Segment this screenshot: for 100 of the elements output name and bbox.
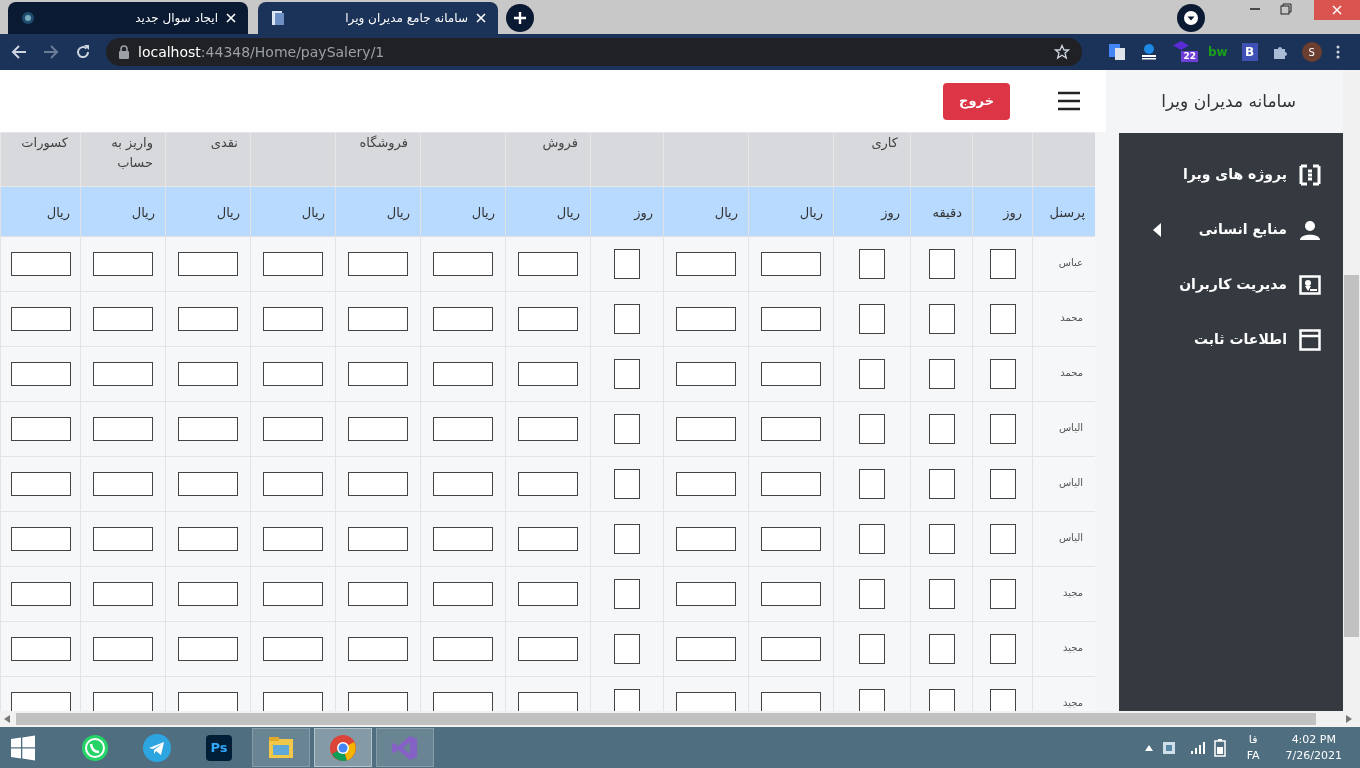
input-field[interactable] [928, 634, 955, 664]
input-field[interactable] [676, 637, 736, 661]
scale-icon[interactable] [1140, 43, 1158, 61]
input-field[interactable] [859, 304, 885, 334]
input-field[interactable] [263, 582, 323, 606]
taskbar-button[interactable]: Ps [190, 728, 248, 767]
input-field[interactable] [928, 524, 955, 554]
translate-icon[interactable] [1108, 43, 1126, 61]
windows-icon[interactable] [10, 734, 36, 761]
input-field[interactable] [761, 307, 821, 331]
input-field[interactable] [93, 252, 153, 276]
input-field[interactable] [93, 692, 153, 711]
input-field[interactable] [676, 307, 736, 331]
input-field[interactable] [859, 359, 885, 389]
input-field[interactable] [859, 524, 885, 554]
input-field[interactable] [348, 252, 408, 276]
input-field[interactable] [928, 579, 955, 609]
vertical-scrollbar[interactable] [1343, 70, 1360, 711]
input-field[interactable] [178, 582, 238, 606]
input-field[interactable] [761, 527, 821, 551]
input-field[interactable] [989, 689, 1016, 711]
input-field[interactable] [859, 634, 885, 664]
input-field[interactable] [263, 637, 323, 661]
input-field[interactable] [433, 582, 493, 606]
dropdown-icon[interactable] [1177, 4, 1205, 32]
input-field[interactable] [518, 417, 578, 441]
input-field[interactable] [859, 579, 885, 609]
more-icon[interactable] [1335, 45, 1340, 59]
input-field[interactable] [676, 417, 736, 441]
menu-icon[interactable] [1058, 91, 1080, 111]
input-field[interactable] [263, 472, 323, 496]
input-field[interactable] [348, 527, 408, 551]
signal-icon[interactable] [1190, 741, 1207, 754]
input-field[interactable] [989, 414, 1016, 444]
input-field[interactable] [676, 582, 736, 606]
profile-avatar[interactable]: S [1301, 42, 1322, 62]
extension-logo[interactable]: bw [1208, 43, 1228, 61]
input-field[interactable] [93, 417, 153, 441]
logout-button[interactable]: خروج [943, 82, 1010, 120]
input-field[interactable] [263, 307, 323, 331]
input-field[interactable] [178, 362, 238, 386]
input-field[interactable] [10, 417, 71, 441]
battery-icon[interactable] [1212, 738, 1227, 757]
input-field[interactable] [989, 304, 1016, 334]
input-field[interactable] [761, 692, 821, 711]
input-field[interactable] [676, 472, 736, 496]
input-field[interactable] [433, 252, 493, 276]
input-field[interactable] [178, 527, 238, 551]
input-field[interactable] [859, 469, 885, 499]
extension-logo[interactable]: B [1241, 43, 1258, 61]
input-field[interactable] [518, 307, 578, 331]
forward-icon[interactable] [42, 43, 60, 61]
input-field[interactable] [614, 469, 640, 499]
input-field[interactable] [761, 252, 821, 276]
input-field[interactable] [989, 634, 1016, 664]
sidebar-item[interactable]: اطلاعات ثابت [1119, 323, 1343, 356]
input-field[interactable] [859, 689, 885, 711]
input-field[interactable] [859, 414, 885, 444]
scroll-left-icon[interactable] [4, 715, 10, 723]
input-field[interactable] [518, 472, 578, 496]
input-field[interactable] [93, 637, 153, 661]
input-field[interactable] [93, 362, 153, 386]
input-field[interactable] [614, 579, 640, 609]
taskbar-button[interactable] [314, 728, 372, 767]
input-field[interactable] [761, 472, 821, 496]
input-field[interactable] [93, 527, 153, 551]
input-field[interactable] [518, 527, 578, 551]
input-field[interactable] [348, 417, 408, 441]
input-field[interactable] [178, 692, 238, 711]
browser-tab[interactable]: سامانه جامع مدیران ویرا [258, 2, 498, 34]
input-field[interactable] [10, 692, 71, 711]
input-field[interactable] [614, 524, 640, 554]
close-icon[interactable] [226, 13, 236, 23]
input-field[interactable] [989, 469, 1016, 499]
input-field[interactable] [614, 689, 640, 711]
input-field[interactable] [614, 359, 640, 389]
input-field[interactable] [761, 637, 821, 661]
input-field[interactable] [518, 582, 578, 606]
scroll-right-icon[interactable] [1346, 715, 1352, 723]
sidebar-item[interactable]: پروژه های ویرا [1119, 158, 1343, 191]
input-field[interactable] [263, 692, 323, 711]
input-field[interactable] [10, 637, 71, 661]
horizontal-scrollbar[interactable] [0, 711, 1360, 727]
input-field[interactable] [676, 252, 736, 276]
input-field[interactable] [518, 637, 578, 661]
close-icon[interactable] [476, 13, 486, 23]
input-field[interactable] [518, 692, 578, 711]
clock-time[interactable]: 4:02 PM [1291, 731, 1336, 748]
input-field[interactable] [614, 634, 640, 664]
input-field[interactable] [10, 527, 71, 551]
clock-date[interactable]: 7/26/2021 [1285, 747, 1342, 764]
tray-app-icon[interactable] [1160, 739, 1177, 756]
sidebar-item[interactable]: مدیریت کاربران [1119, 268, 1343, 301]
input-field[interactable] [433, 637, 493, 661]
input-field[interactable] [928, 469, 955, 499]
scrollbar-thumb[interactable] [1344, 275, 1359, 637]
input-field[interactable] [263, 362, 323, 386]
input-field[interactable] [348, 692, 408, 711]
star-icon[interactable] [1054, 44, 1070, 60]
input-field[interactable] [10, 307, 71, 331]
